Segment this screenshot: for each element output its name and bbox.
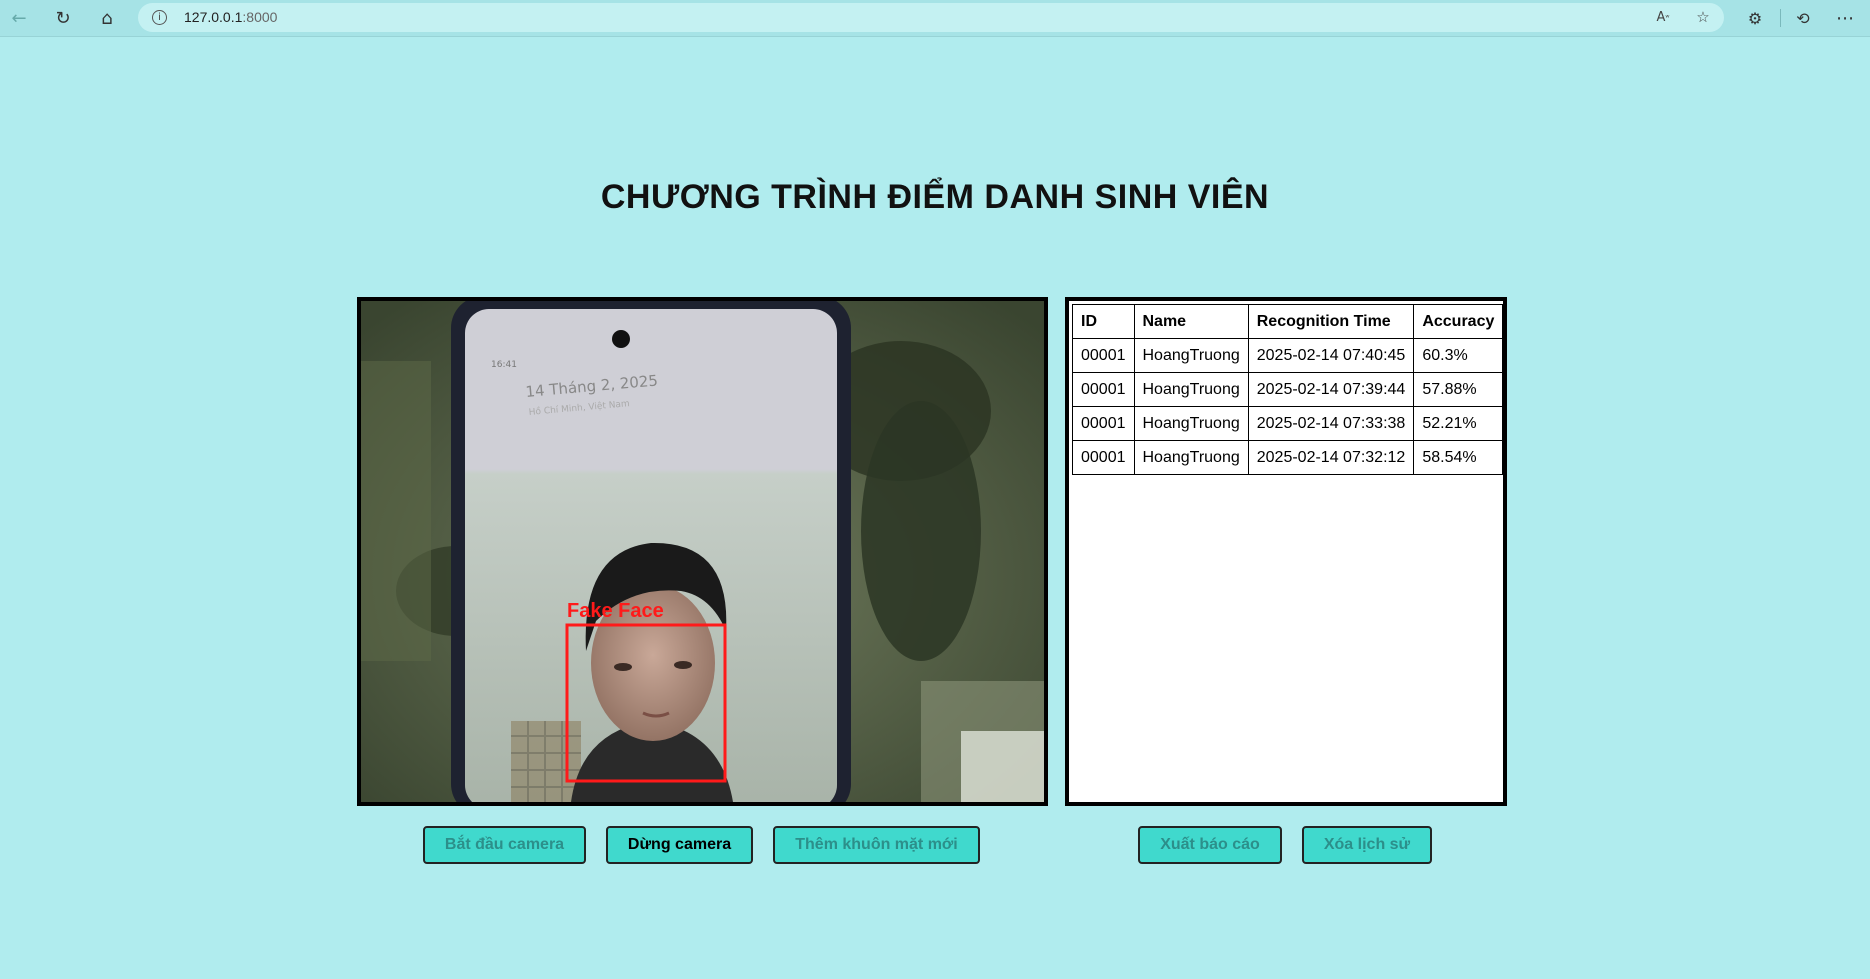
cell-time: 2025-02-14 07:33:38 — [1247, 406, 1415, 441]
start-camera-button[interactable]: Bắt đầu camera — [423, 826, 586, 864]
table-row: 00001 HoangTruong 2025-02-14 07:39:44 57… — [1072, 372, 1504, 407]
header-id: ID — [1072, 304, 1135, 339]
address-bar[interactable]: i 127.0.0.1:8000 Aʷ ☆ — [138, 3, 1724, 32]
phone-time: 16:41 — [491, 360, 517, 370]
favorite-star-icon[interactable]: ☆ — [1690, 6, 1716, 28]
header-accuracy: Accuracy — [1413, 304, 1504, 339]
more-icon[interactable]: ⋯ — [1830, 5, 1860, 31]
clear-history-button[interactable]: Xóa lịch sử — [1302, 826, 1432, 864]
camera-feed: 16:41 14 Tháng 2, 2025 Hồ Chí Minh, Việt… — [357, 297, 1048, 806]
browser-toolbar: ← ↻ ⌂ i 127.0.0.1:8000 Aʷ ☆ ⚙ ⟲ ⋯ — [0, 0, 1870, 37]
cell-name: HoangTruong — [1133, 440, 1249, 475]
page-title: CHƯƠNG TRÌNH ĐIỂM DANH SINH VIÊN — [600, 178, 1270, 216]
read-aloud-icon[interactable]: Aʷ — [1650, 6, 1676, 28]
refresh-icon[interactable]: ↻ — [48, 5, 78, 31]
attendance-table: ID Name Recognition Time Accuracy 00001 … — [1072, 304, 1504, 475]
info-icon[interactable]: i — [152, 10, 167, 25]
cell-time: 2025-02-14 07:40:45 — [1247, 338, 1415, 373]
cell-accuracy: 57.88% — [1413, 372, 1504, 407]
cell-id: 00001 — [1072, 406, 1135, 441]
camera-image: 16:41 14 Tháng 2, 2025 Hồ Chí Minh, Việt… — [361, 301, 1044, 802]
cell-name: HoangTruong — [1133, 372, 1249, 407]
cell-accuracy: 60.3% — [1413, 338, 1504, 373]
cell-time: 2025-02-14 07:39:44 — [1247, 372, 1415, 407]
table-row: 00001 HoangTruong 2025-02-14 07:40:45 60… — [1072, 338, 1504, 373]
back-icon[interactable]: ← — [4, 5, 34, 31]
header-recognition-time: Recognition Time — [1247, 304, 1415, 339]
cell-time: 2025-02-14 07:32:12 — [1247, 440, 1415, 475]
table-header-row: ID Name Recognition Time Accuracy — [1072, 304, 1504, 339]
home-icon[interactable]: ⌂ — [92, 5, 122, 31]
add-face-button[interactable]: Thêm khuôn mặt mới — [773, 826, 980, 864]
history-icon[interactable]: ⟲ — [1788, 5, 1818, 31]
detection-label: Fake Face — [567, 600, 664, 622]
table-row: 00001 HoangTruong 2025-02-14 07:32:12 58… — [1072, 440, 1504, 475]
table-row: 00001 HoangTruong 2025-02-14 07:33:38 52… — [1072, 406, 1504, 441]
cell-accuracy: 58.54% — [1413, 440, 1504, 475]
cell-id: 00001 — [1072, 440, 1135, 475]
attendance-table-panel: ID Name Recognition Time Accuracy 00001 … — [1065, 297, 1507, 806]
header-name: Name — [1133, 304, 1249, 339]
toolbar-divider — [1780, 9, 1781, 27]
cell-name: HoangTruong — [1133, 406, 1249, 441]
extensions-icon[interactable]: ⚙ — [1740, 5, 1770, 31]
cell-id: 00001 — [1072, 372, 1135, 407]
stop-camera-button[interactable]: Dừng camera — [606, 826, 753, 864]
cell-accuracy: 52.21% — [1413, 406, 1504, 441]
cell-name: HoangTruong — [1133, 338, 1249, 373]
cell-id: 00001 — [1072, 338, 1135, 373]
url-text: 127.0.0.1:8000 — [184, 9, 278, 25]
export-report-button[interactable]: Xuất báo cáo — [1138, 826, 1282, 864]
